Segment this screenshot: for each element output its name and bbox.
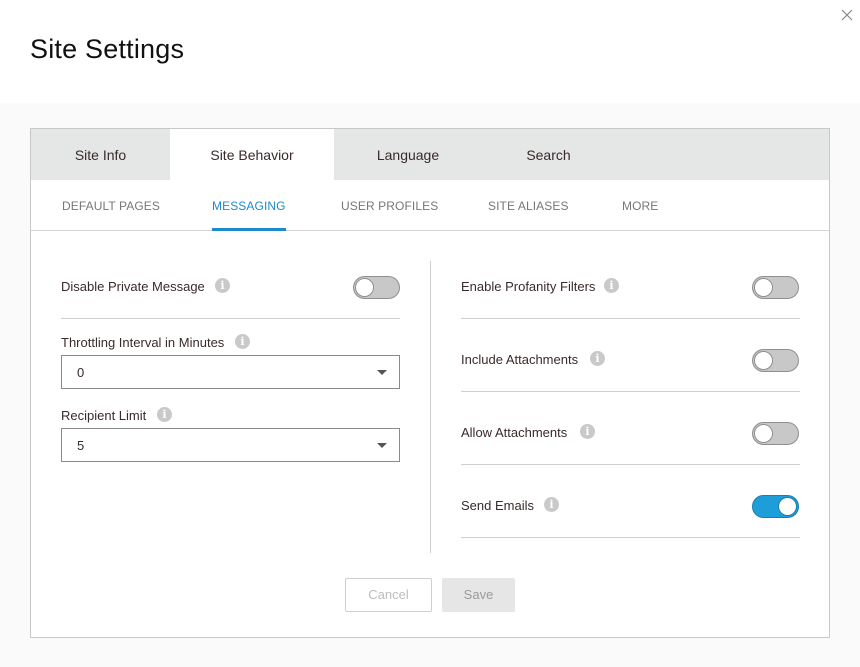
info-icon[interactable]: i [604, 278, 619, 293]
divider [461, 318, 800, 319]
enable-profanity-filters-toggle[interactable] [752, 276, 799, 299]
recipient-limit-label: Recipient Limit [61, 408, 147, 423]
info-icon[interactable]: i [215, 278, 230, 293]
tab-search[interactable]: Search [482, 129, 615, 180]
throttling-interval-select[interactable]: 0 [61, 355, 400, 389]
include-attachments-label: Include Attachments [461, 352, 579, 367]
enable-profanity-filters-label: Enable Profanity Filters [461, 279, 596, 294]
settings-panel: Site Info Site Behavior Language Search … [30, 128, 830, 638]
close-button[interactable] [840, 8, 854, 22]
subtab-user-profiles[interactable]: USER PROFILES [341, 180, 438, 230]
tab-site-info[interactable]: Site Info [31, 129, 170, 180]
divider [461, 391, 800, 392]
disable-private-message-toggle[interactable] [353, 276, 400, 299]
sub-tabs: DEFAULT PAGES MESSAGING USER PROFILES SI… [31, 180, 829, 231]
cancel-button[interactable]: Cancel [345, 578, 432, 612]
page-title: Site Settings [30, 34, 185, 64]
recipient-limit-select[interactable]: 5 [61, 428, 400, 462]
allow-attachments-toggle[interactable] [752, 422, 799, 445]
send-emails-toggle[interactable] [752, 495, 799, 518]
send-emails-label: Send Emails [461, 498, 534, 513]
toggle-knob [355, 278, 374, 297]
info-icon[interactable]: i [157, 407, 172, 422]
tab-site-behavior[interactable]: Site Behavior [170, 129, 334, 180]
info-icon[interactable]: i [590, 351, 605, 366]
column-divider [430, 261, 431, 553]
subtab-more[interactable]: MORE [622, 180, 658, 230]
throttling-interval-value: 0 [77, 365, 85, 380]
main-tabs: Site Info Site Behavior Language Search [31, 129, 829, 180]
divider [461, 537, 800, 538]
info-icon[interactable]: i [544, 497, 559, 512]
disable-private-message-label: Disable Private Message [61, 279, 205, 294]
toggle-knob [754, 351, 773, 370]
toggle-knob [778, 497, 797, 516]
close-icon [841, 9, 853, 21]
include-attachments-toggle[interactable] [752, 349, 799, 372]
divider [61, 318, 400, 319]
divider [461, 464, 800, 465]
throttling-interval-label: Throttling Interval in Minutes [61, 335, 225, 350]
chevron-down-icon [377, 370, 387, 375]
subtab-messaging[interactable]: MESSAGING [212, 180, 286, 231]
info-icon[interactable]: i [235, 334, 250, 349]
tab-language[interactable]: Language [334, 129, 482, 180]
allow-attachments-label: Allow Attachments [461, 425, 568, 440]
info-icon[interactable]: i [580, 424, 595, 439]
chevron-down-icon [377, 443, 387, 448]
dialog-header: Site Settings [0, 0, 860, 103]
toggle-knob [754, 278, 773, 297]
subtab-default-pages[interactable]: DEFAULT PAGES [62, 180, 160, 230]
toggle-knob [754, 424, 773, 443]
recipient-limit-value: 5 [77, 438, 85, 453]
subtab-site-aliases[interactable]: SITE ALIASES [488, 180, 569, 230]
save-button[interactable]: Save [442, 578, 515, 612]
